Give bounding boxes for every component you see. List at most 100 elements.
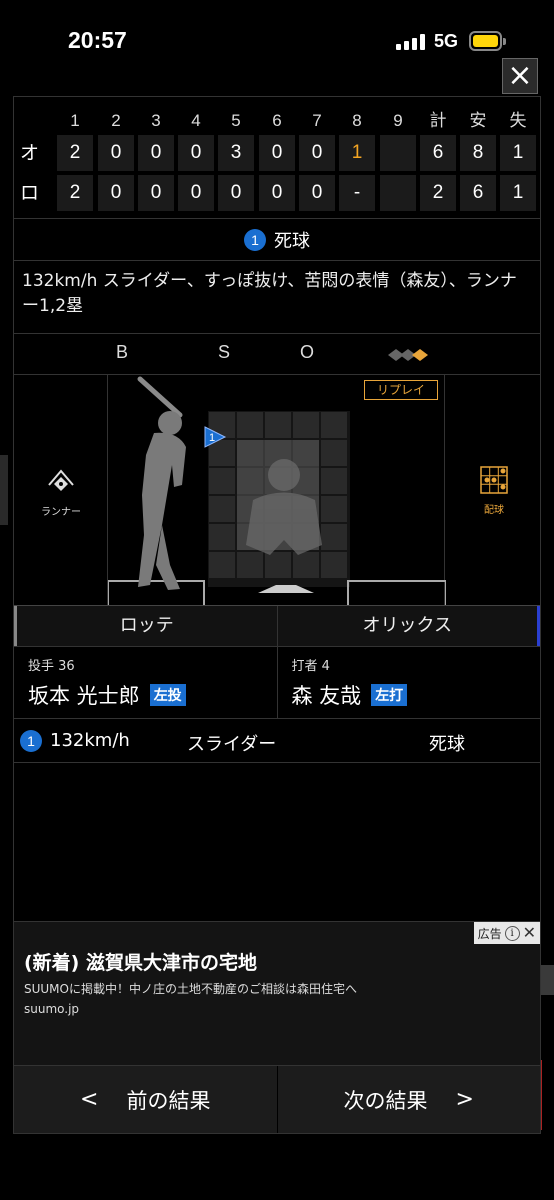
inning-score: 0 (138, 135, 174, 171)
inning-score: 0 (98, 175, 134, 211)
result-navigation: < 前の結果 次の結果 > (14, 1065, 540, 1133)
ad-label: 広告 (477, 926, 502, 941)
strike-zone-area: リプレイ 1 (107, 375, 446, 605)
inning-score: 0 (178, 175, 214, 211)
background-edge (0, 455, 8, 525)
pitcher-hand-badge: 左投 (149, 684, 186, 706)
hits-header: 安 (469, 111, 487, 130)
batter-hand-badge: 左打 (371, 684, 408, 706)
total-errors: 1 (500, 135, 536, 171)
signal-icon (396, 34, 426, 50)
inning-score: 0 (138, 175, 174, 211)
scoreboard-row-home: ロ 2 0 0 0 0 0 0 - 2 6 1 (14, 175, 540, 215)
play-detail-panel: 1 2 3 4 5 6 7 8 9 計 安 失 オ 2 0 0 0 3 0 0 … (13, 96, 541, 1134)
scoreboard: 1 2 3 4 5 6 7 8 9 計 安 失 オ 2 0 0 0 3 0 0 … (14, 97, 540, 219)
out-count-label: O (300, 342, 315, 362)
close-ad-icon[interactable]: ✕ (523, 925, 536, 941)
ad-banner[interactable]: 広告 i ✕ (新着) 滋賀県大津市の宅地 SUUMOに掲載中！中ノ庄の土地不動… (14, 921, 540, 1065)
status-time: 20:57 (68, 27, 127, 53)
pitch-grid-icon (480, 466, 508, 494)
pitcher-role: 投手 36 (28, 659, 75, 674)
pitch-number-badge: 1 (20, 730, 42, 752)
total-runs: 2 (420, 175, 456, 211)
inning-header: 1 (70, 111, 80, 130)
inning-score: 2 (57, 135, 93, 171)
inning-score (380, 175, 416, 211)
info-icon[interactable]: i (504, 925, 520, 941)
pitch-field: ランナー リプレイ 1 配球 (14, 375, 540, 605)
inning-header: 3 (151, 111, 161, 130)
inning-score: 0 (259, 175, 295, 211)
pitcher-name[interactable]: 坂本 光士郎 (28, 680, 140, 710)
batter-role: 打者 4 (291, 659, 330, 674)
runner-label: ランナー (41, 507, 81, 518)
runner-button[interactable]: ランナー (36, 467, 86, 518)
ad-body: SUUMOに掲載中！中ノ庄の土地不動産のご相談は森田住宅へ (24, 982, 357, 996)
inning-header: 8 (352, 111, 362, 130)
total-errors: 1 (500, 175, 536, 211)
event-header: 1 死球 (14, 219, 540, 261)
errors-header: 失 (509, 111, 527, 130)
inning-header: 6 (272, 111, 282, 130)
total-runs: 6 (420, 135, 456, 171)
play-description: 132km/h スライダー、すっぽ抜け、苦悶の表情（森友）、ランナー1,2塁 (22, 271, 517, 316)
background-edge (540, 1060, 554, 1130)
pitch-marker-number: 1 (209, 432, 215, 444)
background-edge (540, 965, 554, 995)
pitcher-info: 投手 36 坂本 光士郎 左投 (14, 647, 277, 718)
pitch-chart-label: 配球 (484, 505, 504, 516)
team-abbr: オ (20, 142, 40, 164)
pitch-list-item: 1 132km/h スライダー 死球 (14, 719, 540, 763)
total-hits: 6 (460, 175, 496, 211)
pitch-speed: 132km/h (50, 730, 130, 751)
ad-choices[interactable]: 広告 i ✕ (473, 922, 540, 944)
total-runs-header: 計 (429, 111, 447, 130)
inning-score: 0 (259, 135, 295, 171)
close-icon: × (507, 58, 533, 93)
inning-score: 0 (299, 175, 335, 211)
pitch-result: 死球 (429, 734, 465, 755)
batter-info: 打者 4 森 友哉 左打 (276, 647, 541, 718)
close-button[interactable]: × (502, 58, 538, 94)
tab-home-team[interactable]: ロッテ (14, 606, 278, 646)
inning-score: 0 (299, 135, 335, 171)
inning-score: - (339, 175, 375, 211)
ad-title[interactable]: (新着) 滋賀県大津市の宅地 (24, 948, 257, 975)
inning-score: 2 (57, 175, 93, 211)
team-abbr: ロ (20, 182, 40, 204)
ad-url: suumo.jp (24, 1002, 80, 1016)
prev-result-button[interactable]: < 前の結果 (14, 1066, 277, 1133)
inning-header: 4 (191, 111, 201, 130)
total-hits: 8 (460, 135, 496, 171)
next-result-button[interactable]: 次の結果 > (276, 1066, 540, 1133)
inning-header: 2 (111, 111, 121, 130)
inning-score-current: 1 (339, 135, 375, 171)
bso-indicator: B S O (14, 333, 540, 375)
inning-score: 0 (178, 135, 214, 171)
pitch-chart-button[interactable]: 配球 (474, 465, 514, 516)
strike-count-label: S (218, 342, 231, 362)
pitch-type: スライダー (187, 734, 277, 755)
prev-result-label: 前の結果 (126, 1088, 211, 1113)
strike-zone-svg (108, 376, 446, 605)
matchup: 投手 36 坂本 光士郎 左投 打者 4 森 友哉 左打 (14, 647, 540, 719)
pitch-marker: 1 (204, 426, 227, 448)
team-tabs: ロッテ オリックス (14, 605, 540, 647)
diamond-icon (48, 469, 74, 491)
ball-count-label: B (116, 342, 129, 362)
chevron-left-icon: < (80, 1087, 99, 1112)
scoreboard-row-away: オ 2 0 0 0 3 0 0 1 6 8 1 (14, 135, 540, 175)
bases-icon (388, 349, 428, 361)
inning-header: 7 (312, 111, 322, 130)
inning-score: 3 (218, 135, 254, 171)
network-type: 5G (434, 31, 459, 51)
chevron-right-icon: > (455, 1087, 474, 1112)
inning-header: 9 (393, 111, 403, 130)
batter-name[interactable]: 森 友哉 (292, 680, 362, 710)
replay-button[interactable]: リプレイ (364, 380, 438, 400)
event-label: 死球 (274, 230, 310, 252)
status-bar: 20:57 5G (0, 0, 554, 80)
tab-away-team[interactable]: オリックス (277, 606, 540, 646)
battery-icon (469, 31, 506, 51)
next-result-label: 次の結果 (343, 1088, 428, 1113)
